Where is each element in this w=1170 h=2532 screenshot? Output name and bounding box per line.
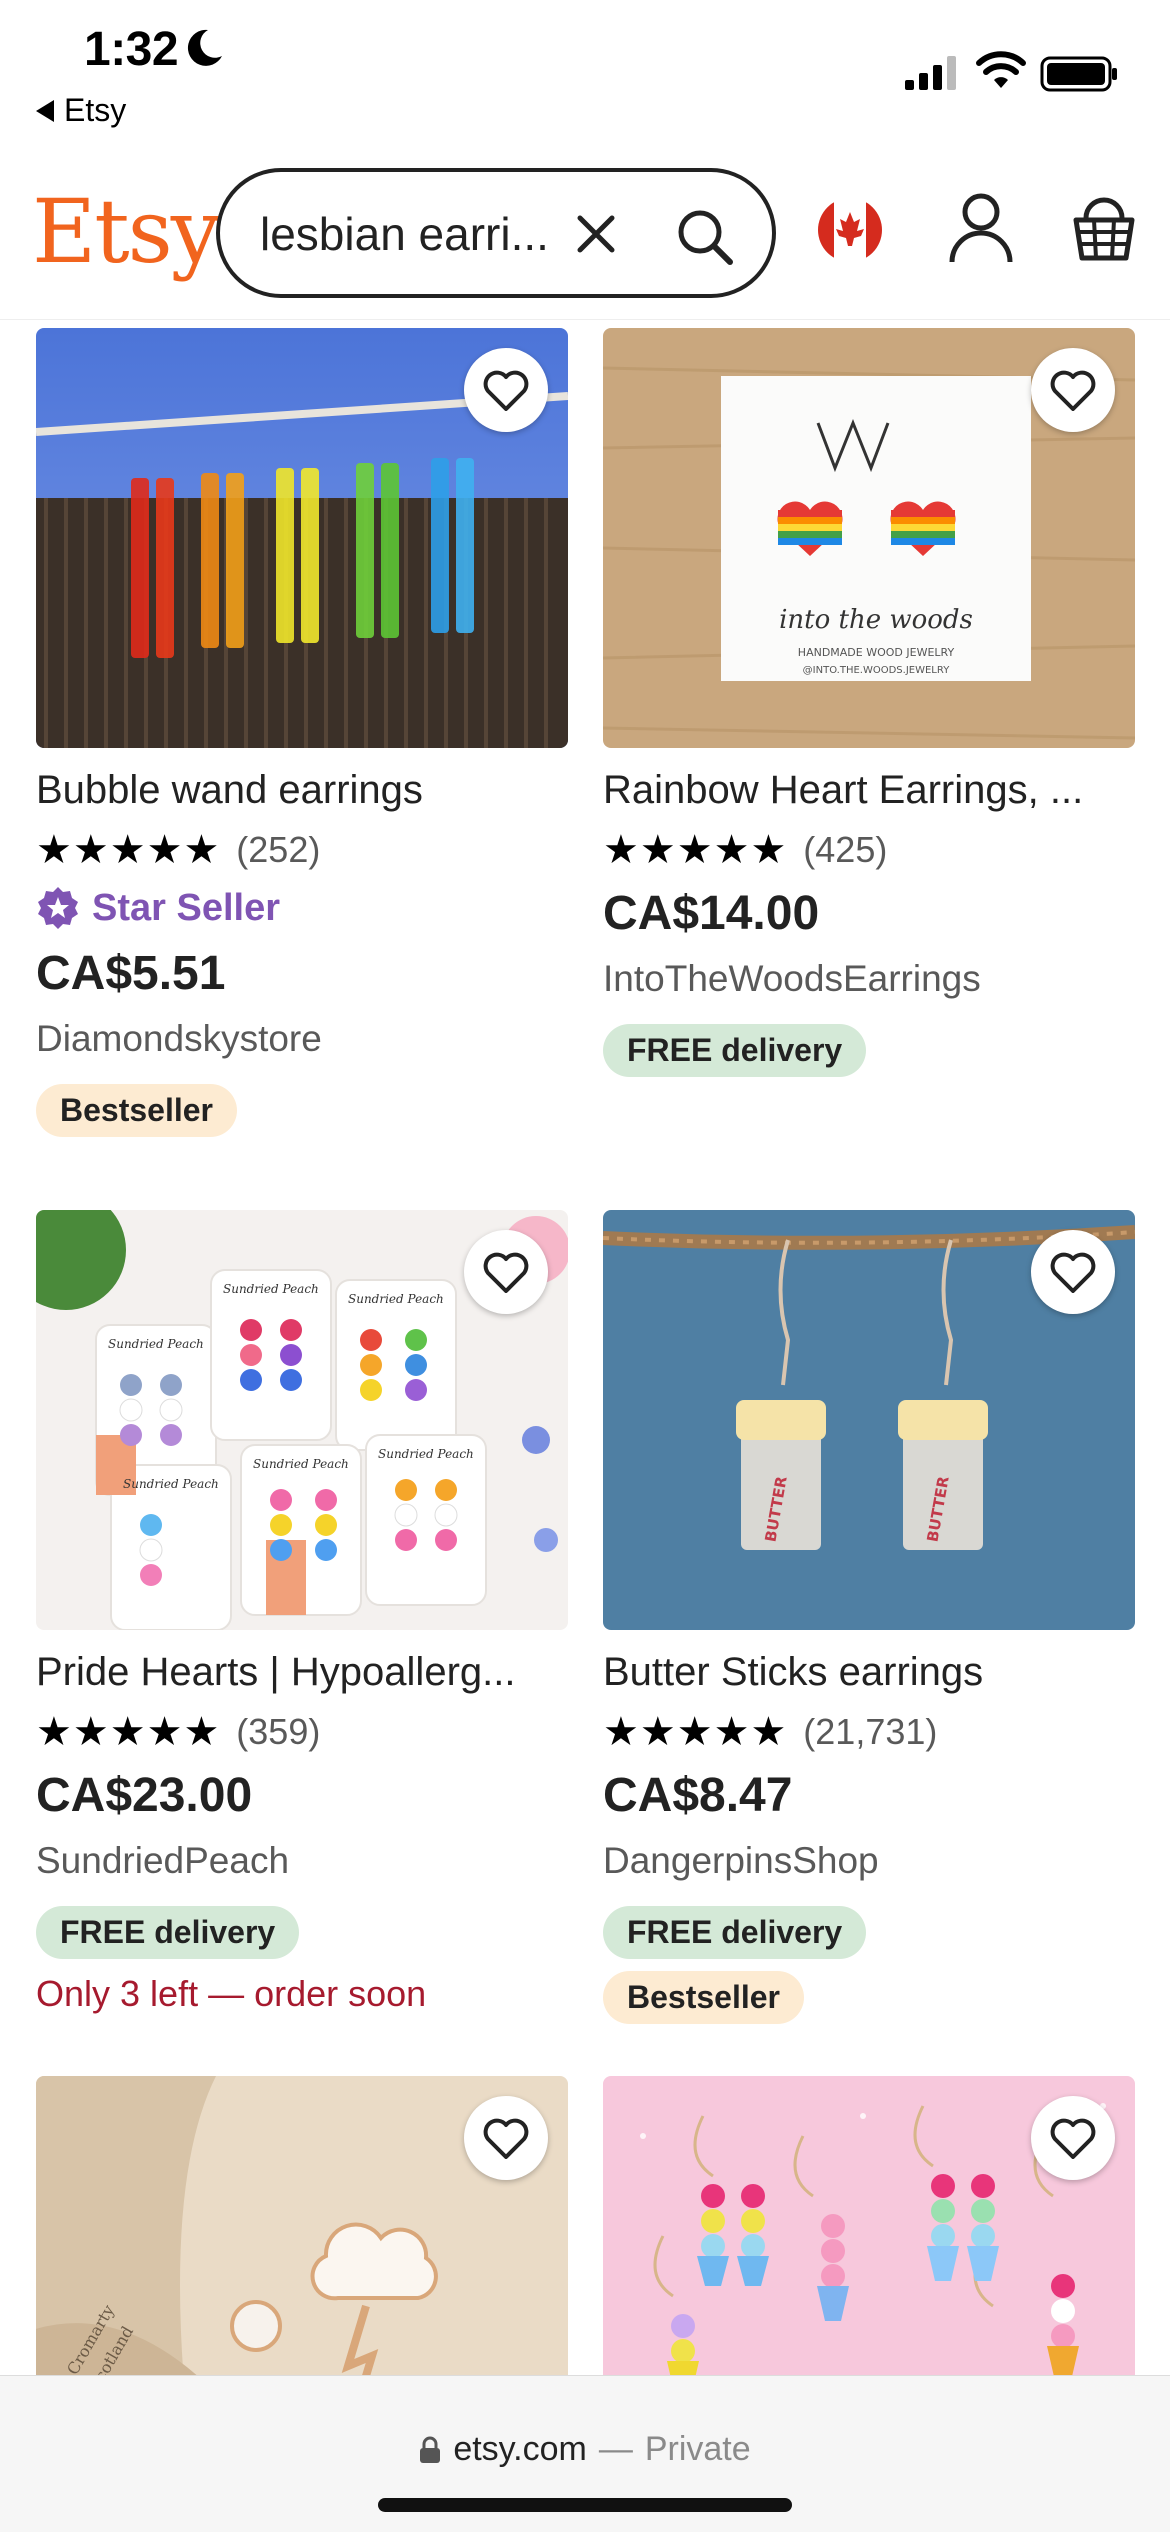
favorite-button[interactable] xyxy=(1031,2096,1115,2180)
home-indicator[interactable] xyxy=(378,2498,792,2512)
etsy-header: Etsy xyxy=(0,140,1170,320)
review-count: (21,731) xyxy=(803,1711,938,1752)
heart-icon xyxy=(1050,2118,1096,2159)
favorite-button[interactable] xyxy=(1031,348,1115,432)
listing-grid: Bubble wand earrings ★★★★★ (252) Star Se… xyxy=(0,320,1170,2375)
listing-title[interactable]: Bubble wand earrings xyxy=(36,768,568,816)
listing-rating: ★★★★★ (21,731) xyxy=(603,1710,1135,1754)
card-label-text: Sundried Peach xyxy=(378,1447,474,1461)
card-label-text: Sundried Peach xyxy=(123,1477,219,1491)
wifi-icon xyxy=(976,51,1026,88)
url-display[interactable]: etsy.com — Private xyxy=(0,2430,1170,2469)
search-icon[interactable] xyxy=(676,208,734,266)
heart-icon xyxy=(1050,370,1096,411)
browser-address-bar[interactable]: etsy.com — Private xyxy=(0,2375,1170,2532)
listing-title[interactable]: Pride Hearts | Hypoallerg... xyxy=(36,1650,568,1698)
free-delivery-badge: FREE delivery xyxy=(603,1024,867,1077)
close-icon[interactable] xyxy=(574,212,618,256)
card-handle-text: @INTO.THE.WOODS.JEWELRY xyxy=(803,665,951,676)
listing-title[interactable]: Rainbow Heart Earrings, ... xyxy=(603,768,1135,816)
status-bar: 1:32 Etsy xyxy=(0,0,1170,140)
url-separator: — xyxy=(598,2430,633,2468)
heart-icon xyxy=(483,2118,529,2159)
listing-rating: ★★★★★ (425) xyxy=(603,828,1135,872)
star-seller-label: Star Seller xyxy=(92,886,280,929)
listing-card[interactable]: into the woods HANDMADE WOOD JEWELRY @IN… xyxy=(603,328,1135,1077)
free-delivery-badge: FREE delivery xyxy=(36,1906,300,1959)
listing-image[interactable]: Sundried Peach Sundried Peach Sundried P… xyxy=(36,1210,568,1630)
private-mode-label: Private xyxy=(644,2430,751,2468)
search-bar[interactable] xyxy=(216,168,776,298)
star-seller-icon xyxy=(38,887,78,929)
listing-card[interactable]: Bubble wand earrings ★★★★★ (252) Star Se… xyxy=(36,328,568,1137)
etsy-logo[interactable]: Etsy xyxy=(32,180,220,283)
star-rating: ★★★★★ xyxy=(603,828,788,872)
listing-image[interactable] xyxy=(603,2076,1135,2375)
listing-image[interactable]: Cromarty Scotland xyxy=(36,2076,568,2375)
heart-icon xyxy=(483,1252,529,1293)
listing-image[interactable]: into the woods HANDMADE WOOD JEWELRY @IN… xyxy=(603,328,1135,748)
listing-image[interactable]: BUTTER BUTTER xyxy=(603,1210,1135,1630)
listing-rating: ★★★★★ (359) xyxy=(36,1710,568,1754)
listing-price: CA$8.47 xyxy=(603,1769,793,1822)
card-label-text: Sundried Peach xyxy=(108,1337,204,1351)
status-time: 1:32 xyxy=(84,23,179,76)
search-input[interactable] xyxy=(260,202,580,266)
heart-icon xyxy=(483,370,529,411)
moon-icon xyxy=(187,29,222,66)
listing-rating: ★★★★★ (252) xyxy=(36,828,568,872)
star-seller-badge: Star Seller xyxy=(36,884,568,932)
shop-name[interactable]: Diamondskystore xyxy=(36,1018,568,1064)
card-label-text: Sundried Peach xyxy=(223,1282,319,1296)
heart-icon xyxy=(1050,1252,1096,1293)
cellular-signal-icon xyxy=(905,56,956,90)
review-count: (425) xyxy=(803,829,888,870)
back-app-label: Etsy xyxy=(64,92,127,128)
listing-card[interactable] xyxy=(603,2076,1135,2375)
card-label-text: Sundried Peach xyxy=(253,1457,349,1471)
user-icon[interactable] xyxy=(948,192,1014,264)
lock-icon xyxy=(420,2436,441,2463)
card-brand-text: into the woods xyxy=(779,605,973,635)
card-tagline-text: HANDMADE WOOD JEWELRY xyxy=(798,646,955,659)
listing-card[interactable]: Sundried Peach Sundried Peach Sundried P… xyxy=(36,1210,568,2015)
shop-name[interactable]: DangerpinsShop xyxy=(603,1840,1135,1886)
listing-price: CA$5.51 xyxy=(36,947,226,1000)
star-rating: ★★★★★ xyxy=(36,1710,221,1754)
favorite-button[interactable] xyxy=(464,348,548,432)
low-stock-notice: Only 3 left — order soon xyxy=(36,1973,427,2014)
card-label-text: Sundried Peach xyxy=(348,1292,444,1306)
favorite-button[interactable] xyxy=(464,1230,548,1314)
star-rating: ★★★★★ xyxy=(603,1710,788,1754)
favorite-button[interactable] xyxy=(1031,1230,1115,1314)
listing-card[interactable]: Cromarty Scotland xyxy=(36,2076,568,2375)
url-text: etsy.com xyxy=(453,2430,587,2468)
free-delivery-badge: FREE delivery xyxy=(603,1906,867,1959)
favorite-button[interactable] xyxy=(464,2096,548,2180)
bestseller-badge: Bestseller xyxy=(36,1084,237,1137)
review-count: (359) xyxy=(236,1711,321,1752)
listing-card[interactable]: BUTTER BUTTER Butter Sticks earrings ★★★… xyxy=(603,1210,1135,2024)
listing-price: CA$14.00 xyxy=(603,887,820,940)
back-triangle-icon xyxy=(36,99,54,122)
bestseller-badge: Bestseller xyxy=(603,1971,804,2024)
battery-icon xyxy=(1040,56,1117,92)
listing-title[interactable]: Butter Sticks earrings xyxy=(603,1650,1135,1698)
review-count: (252) xyxy=(236,829,321,870)
shop-name[interactable]: IntoTheWoodsEarrings xyxy=(603,958,1135,1004)
canada-flag-icon[interactable] xyxy=(818,198,882,262)
listing-image[interactable] xyxy=(36,328,568,748)
shop-name[interactable]: SundriedPeach xyxy=(36,1840,568,1886)
back-to-app-link[interactable]: Etsy xyxy=(36,92,126,129)
listing-price: CA$23.00 xyxy=(36,1769,253,1822)
star-rating: ★★★★★ xyxy=(36,828,221,872)
cart-icon[interactable] xyxy=(1072,192,1136,264)
